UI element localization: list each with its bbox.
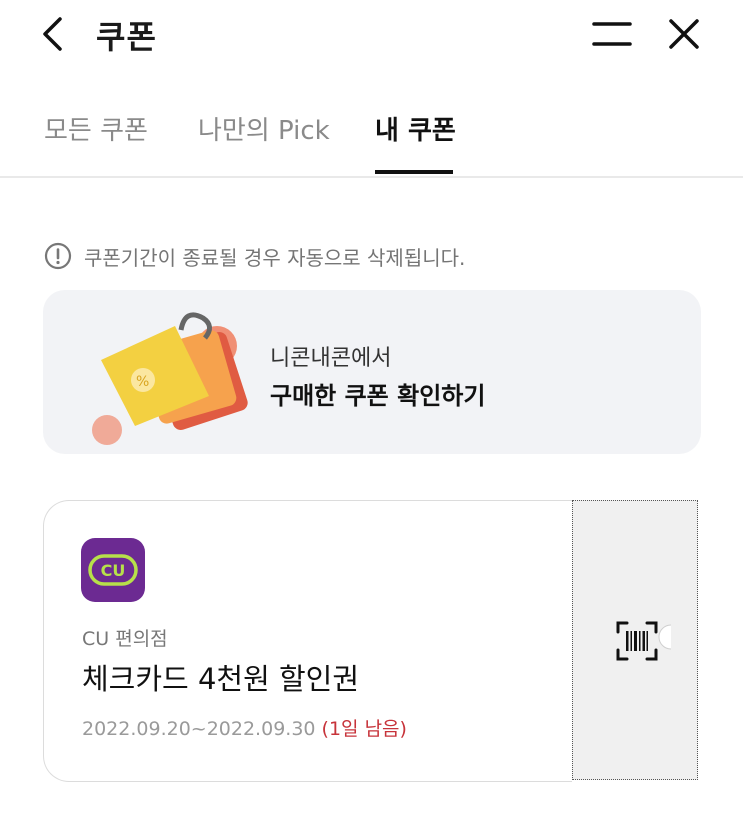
coupon-name: 체크카드 4천원 할인권	[82, 662, 360, 696]
app-header: 쿠폰	[0, 0, 743, 80]
svg-text:%: %	[136, 374, 149, 390]
menu-icon	[592, 22, 632, 46]
coupon-notch	[658, 624, 671, 650]
coupon-card[interactable]: CU CU 편의점 체크카드 4천원 할인권 2022.09.20~2022.0…	[43, 500, 699, 782]
page-title: 쿠폰	[96, 18, 157, 56]
banner-title: 구매한 쿠폰 확인하기	[270, 382, 486, 410]
coupon-validity: 2022.09.20~2022.09.30 (1일 남음)	[82, 714, 407, 741]
cu-brand-logo: CU	[81, 538, 145, 602]
close-icon	[669, 19, 699, 49]
menu-button[interactable]	[590, 14, 634, 54]
days-remaining: (1일 남음)	[321, 718, 407, 740]
coupon-tag-illustration: % %	[92, 312, 248, 445]
coupon-period: 2022.09.20~2022.09.30	[82, 718, 316, 740]
close-button[interactable]	[664, 14, 704, 54]
tab-bar: 모든 쿠폰 나만의 Pick 내 쿠폰	[0, 96, 743, 178]
coupon-brand: CU 편의점	[82, 628, 168, 650]
banner-subtitle: 니콘내콘에서	[270, 346, 392, 371]
expiry-notice: 쿠폰기간이 종료될 경우 자동으로 삭제됩니다.	[44, 240, 465, 272]
tab-all-coupons[interactable]: 모든 쿠폰	[44, 110, 148, 147]
svg-text:CU: CU	[101, 561, 126, 580]
tab-my-pick[interactable]: 나만의 Pick	[198, 110, 330, 147]
back-button[interactable]	[36, 14, 72, 54]
active-tab-indicator	[375, 170, 453, 174]
cu-logo-icon: CU	[88, 554, 138, 586]
purchased-coupons-banner[interactable]: % % 니콘내콘에서 구매한 쿠폰 확인하기	[43, 290, 701, 454]
exclamation-circle-icon	[44, 242, 72, 270]
chevron-left-icon	[43, 17, 62, 51]
tab-my-coupons[interactable]: 내 쿠폰	[375, 110, 456, 147]
notice-text: 쿠폰기간이 종료될 경우 자동으로 삭제됩니다.	[84, 245, 466, 270]
